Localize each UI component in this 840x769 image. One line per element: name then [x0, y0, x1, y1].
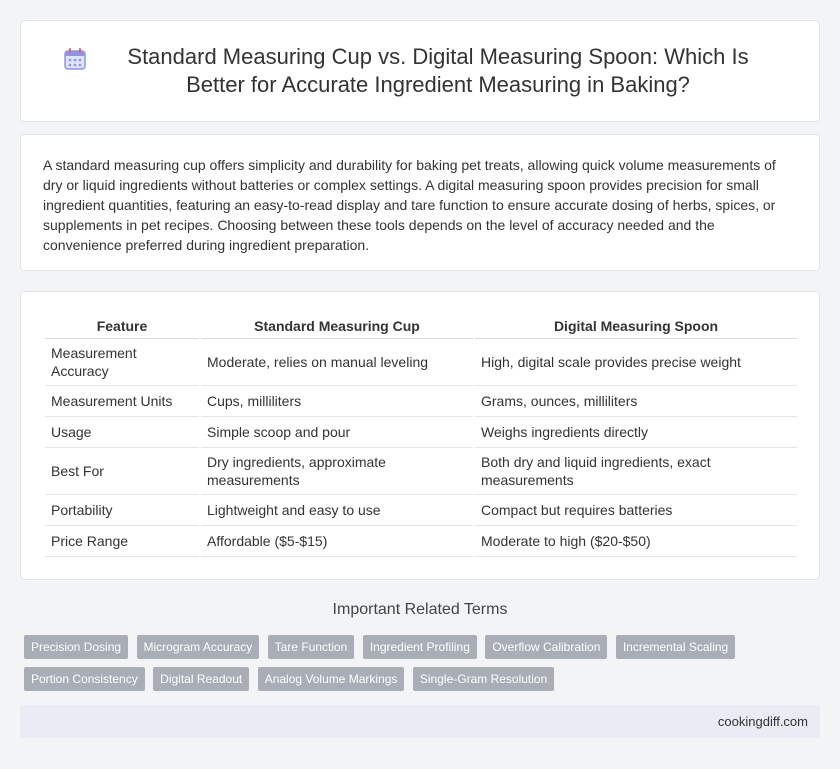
table-cell: High, digital scale provides precise wei… [475, 339, 797, 386]
comparison-table: Feature Standard Measuring Cup Digital M… [43, 308, 799, 557]
intro-card: A standard measuring cup offers simplici… [20, 134, 820, 271]
term-tag[interactable]: Overflow Calibration [485, 635, 608, 659]
term-tag[interactable]: Single-Gram Resolution [412, 667, 555, 691]
table-cell: Best For [45, 448, 199, 495]
table-cell: Grams, ounces, milliliters [475, 386, 797, 417]
table-cell: Measurement Units [45, 386, 199, 417]
table-cell: Simple scoop and pour [201, 417, 473, 448]
term-tag[interactable]: Incremental Scaling [615, 635, 736, 659]
title-card: Standard Measuring Cup vs. Digital Measu… [20, 20, 820, 122]
table-cell: Compact but requires batteries [475, 495, 797, 526]
table-cell: Price Range [45, 526, 199, 557]
page-title: Standard Measuring Cup vs. Digital Measu… [127, 44, 749, 97]
footer-site-link[interactable]: cookingdiff.com [718, 714, 808, 729]
table-row: Price Range Affordable ($5-$15) Moderate… [45, 526, 797, 557]
table-cell: Moderate to high ($20-$50) [475, 526, 797, 557]
footer: cookingdiff.com [20, 705, 820, 738]
table-row: Best For Dry ingredients, approximate me… [45, 448, 797, 495]
table-cell: Cups, milliliters [201, 386, 473, 417]
table-row: Usage Simple scoop and pour Weighs ingre… [45, 417, 797, 448]
table-header-row: Feature Standard Measuring Cup Digital M… [45, 308, 797, 339]
table-row: Portability Lightweight and easy to use … [45, 495, 797, 526]
table-cell: Both dry and liquid ingredients, exact m… [475, 448, 797, 495]
term-tag[interactable]: Portion Consistency [24, 667, 145, 691]
table-cell: Moderate, relies on manual leveling [201, 339, 473, 386]
comparison-card: Feature Standard Measuring Cup Digital M… [20, 291, 820, 580]
table-row: Measurement Units Cups, milliliters Gram… [45, 386, 797, 417]
related-terms-list: Precision Dosing Microgram Accuracy Tare… [24, 635, 824, 699]
term-tag[interactable]: Tare Function [267, 635, 355, 659]
intro-paragraph: A standard measuring cup offers simplici… [43, 157, 776, 253]
term-tag[interactable]: Ingredient Profiling [362, 635, 477, 659]
column-header-spoon: Digital Measuring Spoon [475, 308, 797, 339]
term-tag[interactable]: Microgram Accuracy [136, 635, 260, 659]
table-cell: Weighs ingredients directly [475, 417, 797, 448]
term-tag[interactable]: Digital Readout [153, 667, 250, 691]
table-row: Measurement Accuracy Moderate, relies on… [45, 339, 797, 386]
table-cell: Lightweight and easy to use [201, 495, 473, 526]
column-header-feature: Feature [45, 308, 199, 339]
calendar-icon [64, 48, 86, 70]
table-cell: Usage [45, 417, 199, 448]
term-tag[interactable]: Analog Volume Markings [257, 667, 405, 691]
table-cell: Measurement Accuracy [45, 339, 199, 386]
table-cell: Affordable ($5-$15) [201, 526, 473, 557]
column-header-cup: Standard Measuring Cup [201, 308, 473, 339]
term-tag[interactable]: Precision Dosing [24, 635, 129, 659]
table-cell: Dry ingredients, approximate measurement… [201, 448, 473, 495]
related-terms-heading: Important Related Terms [332, 601, 508, 618]
table-cell: Portability [45, 495, 199, 526]
